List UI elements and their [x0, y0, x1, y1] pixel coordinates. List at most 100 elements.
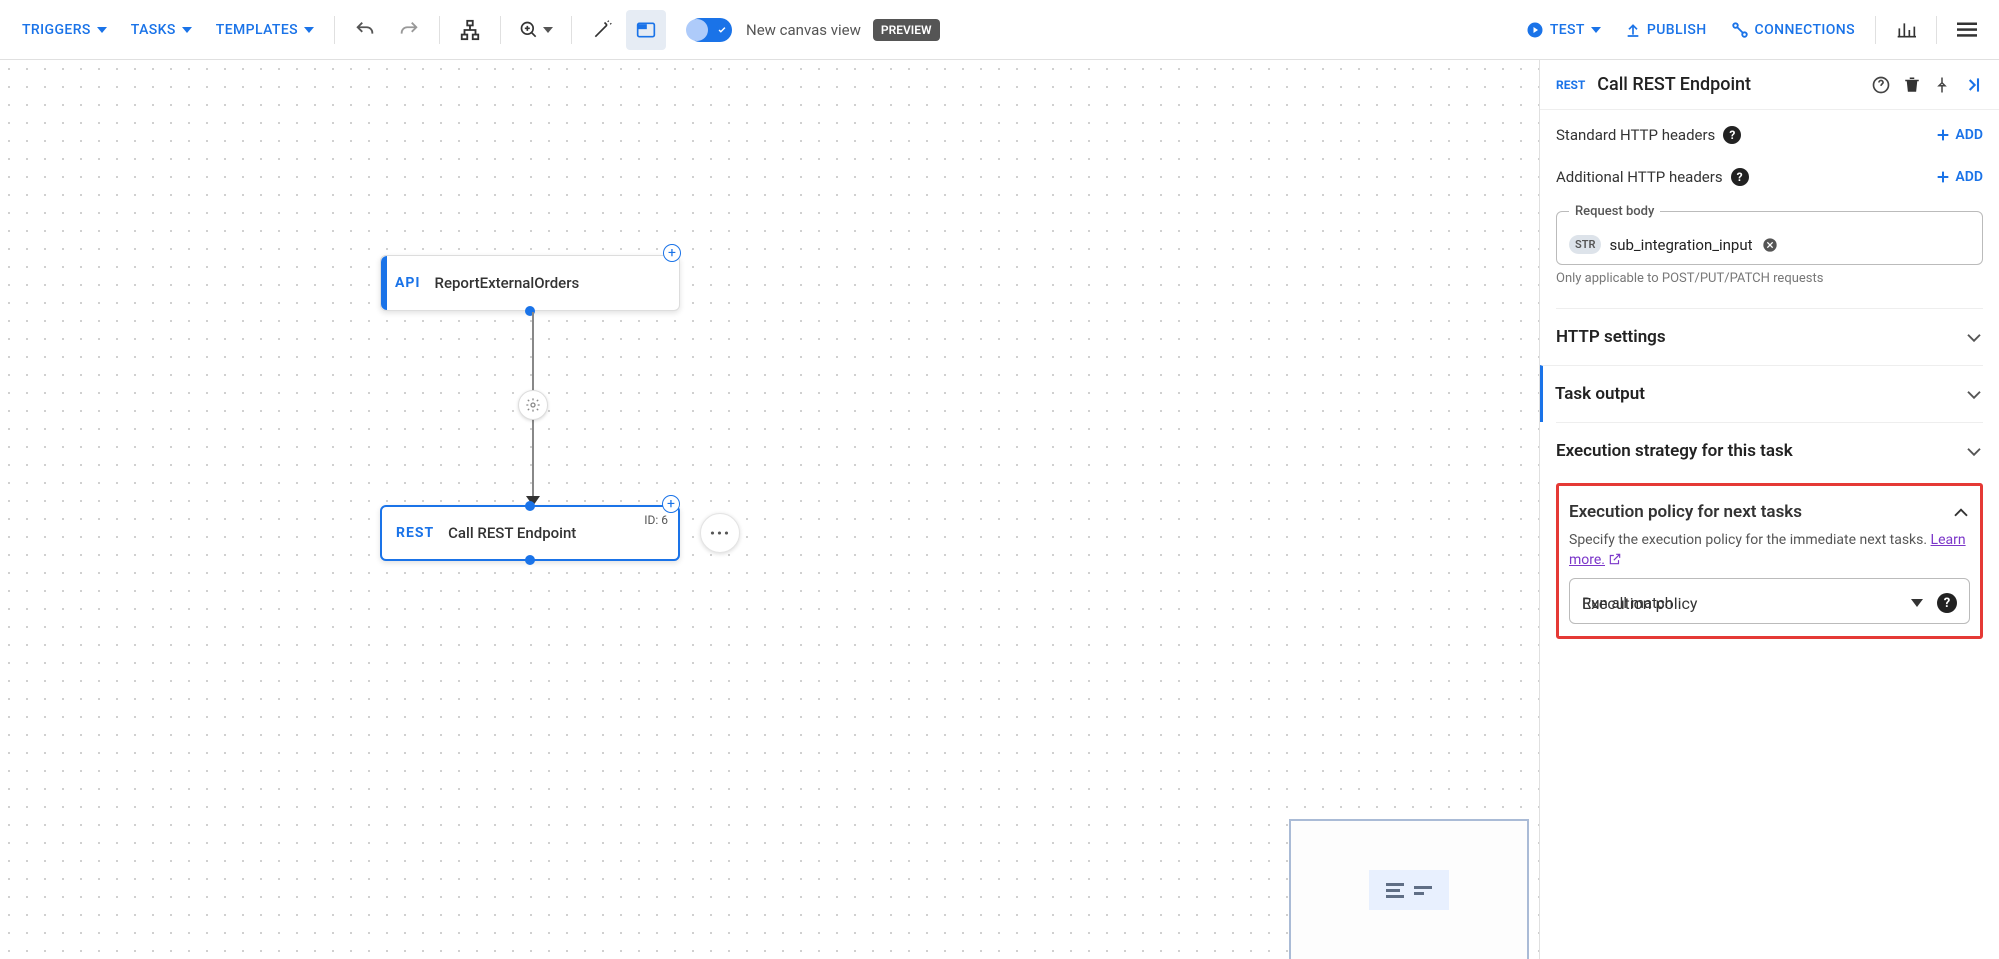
- canvas-view-toggle[interactable]: [688, 18, 732, 42]
- close-circle-icon: [1762, 237, 1778, 253]
- section-title: HTTP settings: [1556, 327, 1666, 347]
- sitemap-icon: [459, 19, 481, 41]
- additional-headers-row: Additional HTTP headers ? ADD: [1556, 168, 1983, 186]
- node-accent: [381, 256, 387, 310]
- request-body-legend: Request body: [1569, 204, 1660, 219]
- triggers-label: TRIGGERS: [22, 22, 91, 38]
- publish-label: PUBLISH: [1647, 22, 1707, 38]
- node-title: ReportExternalOrders: [435, 274, 580, 292]
- add-standard-header-button[interactable]: ADD: [1935, 127, 1983, 143]
- zoom-menu[interactable]: [511, 10, 561, 50]
- zoom-icon: [519, 20, 539, 40]
- minimap-viewport: [1369, 870, 1449, 910]
- standard-headers-label: Standard HTTP headers: [1556, 126, 1715, 144]
- node-port-bottom[interactable]: [525, 555, 535, 565]
- help-icon[interactable]: ?: [1723, 126, 1741, 144]
- redo-button[interactable]: [389, 10, 429, 50]
- task-output-section[interactable]: Task output: [1540, 365, 1983, 422]
- task-node[interactable]: REST Call REST Endpoint ID: 6 +: [380, 505, 680, 561]
- panel-icon: [636, 21, 656, 39]
- chevron-down-icon: [304, 27, 314, 33]
- select-legend: Execution policy: [1582, 594, 1697, 613]
- templates-label: TEMPLATES: [216, 22, 298, 38]
- chevron-down-icon: [1591, 27, 1601, 33]
- wand-icon: [592, 20, 612, 40]
- pin-icon: [1933, 75, 1951, 95]
- divider: [439, 16, 440, 44]
- chart-button[interactable]: [1886, 10, 1926, 50]
- minimap[interactable]: [1289, 819, 1529, 959]
- tasks-menu[interactable]: TASKS: [121, 14, 202, 46]
- trigger-node[interactable]: API ReportExternalOrders +: [380, 255, 680, 311]
- wand-button[interactable]: [582, 10, 622, 50]
- connections-icon: [1731, 21, 1749, 39]
- chip-value: sub_integration_input: [1609, 236, 1752, 254]
- node-type: REST: [396, 525, 434, 541]
- test-button[interactable]: TEST: [1516, 13, 1611, 47]
- execution-policy-section: Execution policy for next tasks Specify …: [1556, 483, 1983, 639]
- add-label: ADD: [1955, 127, 1983, 143]
- undo-button[interactable]: [345, 10, 385, 50]
- play-circle-icon: [1526, 21, 1544, 39]
- tasks-label: TASKS: [131, 22, 176, 38]
- redo-icon: [398, 19, 420, 41]
- external-link-icon: [1608, 552, 1622, 566]
- publish-button[interactable]: PUBLISH: [1615, 13, 1717, 47]
- node-id: ID: 6: [644, 513, 668, 527]
- menu-icon: [1957, 22, 1977, 38]
- help-icon[interactable]: ?: [1937, 593, 1957, 613]
- add-node-button[interactable]: +: [663, 244, 681, 262]
- test-label: TEST: [1550, 22, 1585, 38]
- panel-body: Standard HTTP headers ? ADD Additional H…: [1540, 110, 1999, 959]
- http-settings-section[interactable]: HTTP settings: [1556, 308, 1983, 365]
- chip-remove-button[interactable]: [1761, 236, 1779, 254]
- panel-header: REST Call REST Endpoint: [1540, 60, 1999, 110]
- execution-policy-hint: Specify the execution policy for the imm…: [1569, 532, 1970, 568]
- side-panel: REST Call REST Endpoint Standard HTTP he…: [1539, 60, 1999, 959]
- section-title: Execution policy for next tasks: [1569, 502, 1802, 522]
- gear-icon: [525, 397, 541, 413]
- delete-button[interactable]: [1903, 75, 1921, 95]
- node-title: Call REST Endpoint: [448, 524, 576, 542]
- trash-icon: [1903, 75, 1921, 95]
- chevron-up-icon[interactable]: [1952, 506, 1970, 518]
- add-node-button[interactable]: +: [662, 495, 680, 513]
- additional-headers-label: Additional HTTP headers: [1556, 168, 1723, 186]
- node-port-top[interactable]: [525, 501, 535, 511]
- menu-button[interactable]: [1947, 10, 1987, 50]
- chevron-down-icon: [543, 27, 553, 33]
- divider: [1936, 16, 1937, 44]
- node-more-button[interactable]: ···: [700, 513, 740, 553]
- execution-strategy-section[interactable]: Execution strategy for this task: [1556, 422, 1983, 479]
- canvas[interactable]: API ReportExternalOrders + REST Call RES…: [0, 60, 1539, 959]
- undo-icon: [354, 19, 376, 41]
- execution-policy-select[interactable]: Execution policy Run all match ?: [1569, 578, 1970, 624]
- pin-button[interactable]: [1933, 75, 1951, 95]
- upload-icon: [1625, 21, 1641, 39]
- help-icon[interactable]: ?: [1731, 168, 1749, 186]
- bar-chart-icon: [1896, 20, 1916, 40]
- chevron-down-icon: [97, 27, 107, 33]
- connections-label: CONNECTIONS: [1755, 22, 1855, 38]
- layout-button[interactable]: [450, 10, 490, 50]
- templates-menu[interactable]: TEMPLATES: [206, 14, 324, 46]
- help-button[interactable]: [1871, 75, 1891, 95]
- divider: [500, 16, 501, 44]
- edge-settings-button[interactable]: [518, 390, 548, 420]
- panel-badge: REST: [1556, 78, 1585, 92]
- request-body-field[interactable]: Request body STR sub_integration_input: [1556, 204, 1983, 265]
- panel-toggle-button[interactable]: [626, 10, 666, 50]
- standard-headers-row: Standard HTTP headers ? ADD: [1556, 126, 1983, 144]
- chevron-down-icon: [1965, 445, 1983, 457]
- check-icon: [715, 23, 729, 37]
- add-additional-header-button[interactable]: ADD: [1935, 169, 1983, 185]
- triggers-menu[interactable]: TRIGGERS: [12, 14, 117, 46]
- chevron-down-icon: [182, 27, 192, 33]
- divider: [334, 16, 335, 44]
- collapse-right-icon: [1963, 75, 1983, 95]
- collapse-panel-button[interactable]: [1963, 75, 1983, 95]
- request-body-helper: Only applicable to POST/PUT/PATCH reques…: [1556, 271, 1983, 286]
- connections-button[interactable]: CONNECTIONS: [1721, 13, 1865, 47]
- request-body-chip[interactable]: STR sub_integration_input: [1569, 235, 1779, 254]
- plus-icon: [1935, 127, 1951, 143]
